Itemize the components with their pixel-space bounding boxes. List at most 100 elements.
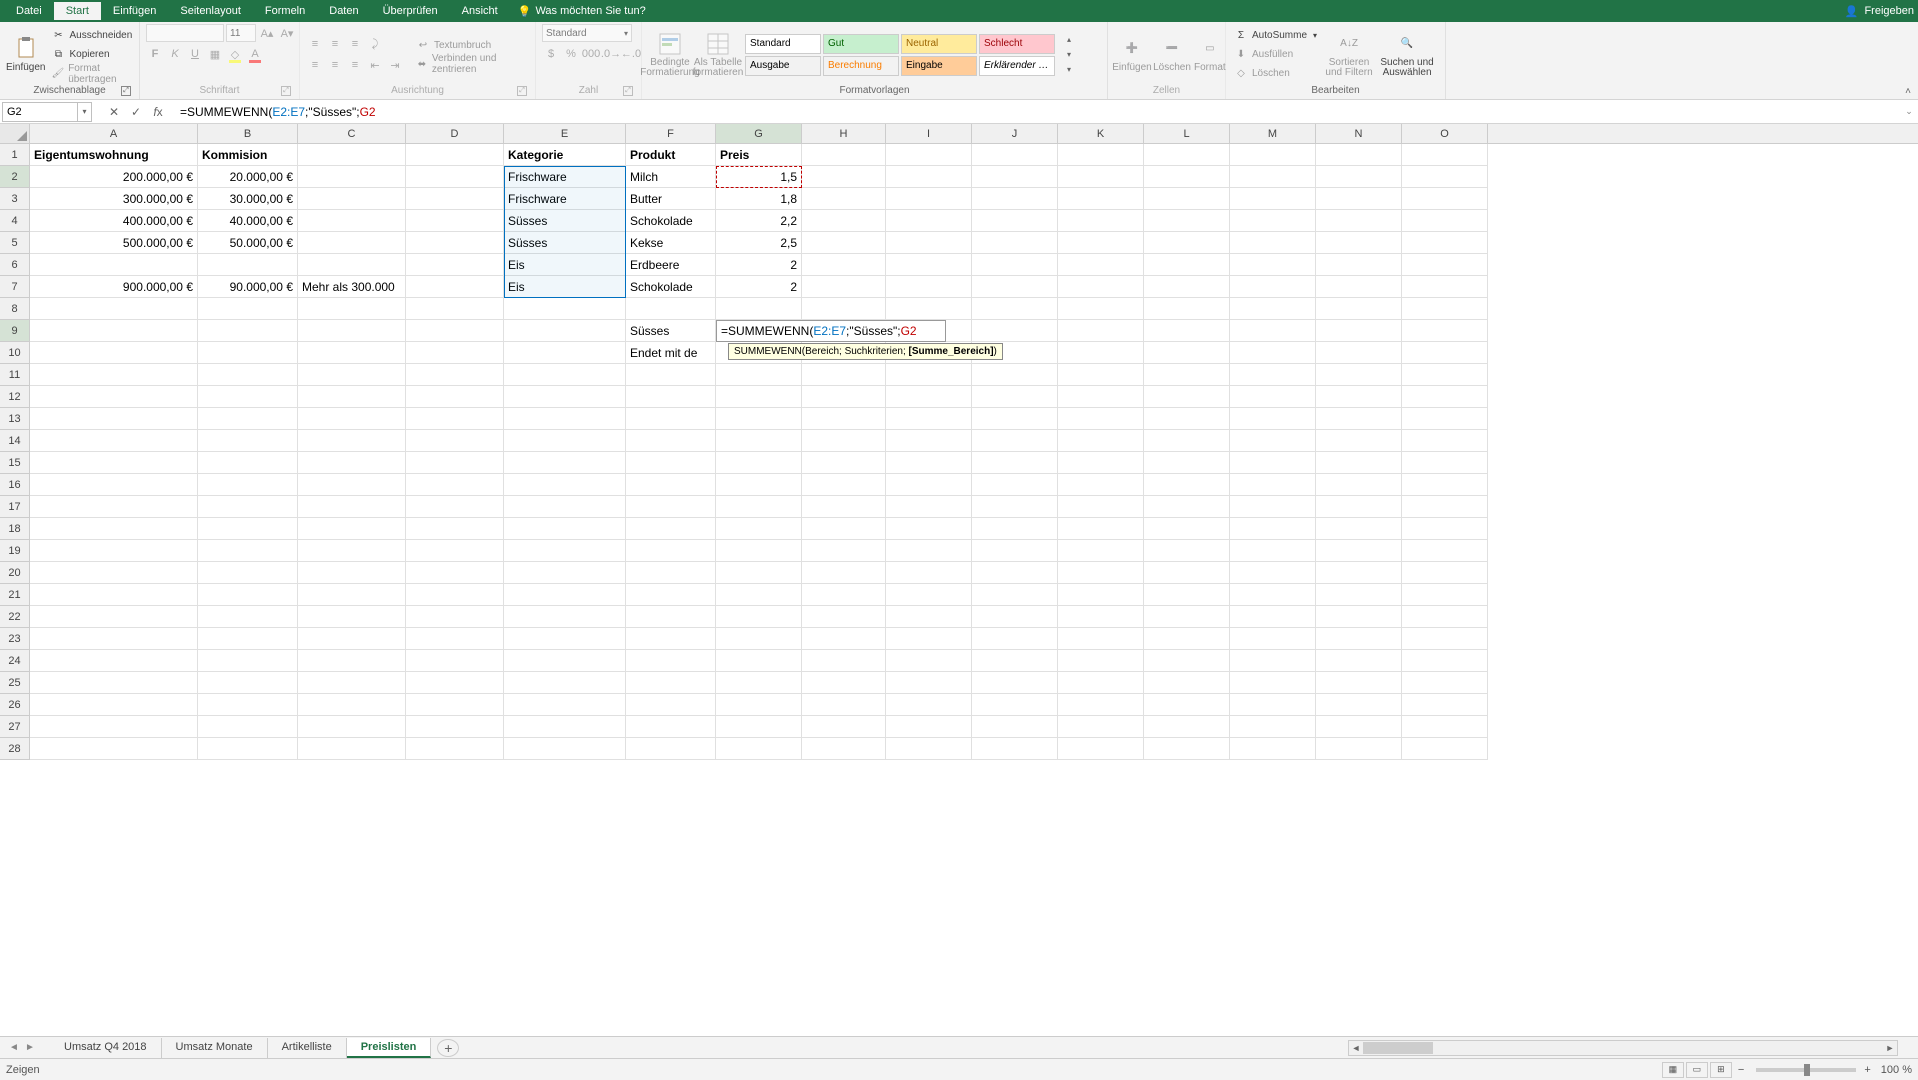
zoom-handle[interactable] <box>1804 1064 1810 1076</box>
cell-M19[interactable] <box>1230 540 1316 562</box>
cell-K11[interactable] <box>1058 364 1144 386</box>
cell-A15[interactable] <box>30 452 198 474</box>
cell-O8[interactable] <box>1402 298 1488 320</box>
cell-L17[interactable] <box>1144 496 1230 518</box>
cell-J12[interactable] <box>972 386 1058 408</box>
cell-D8[interactable] <box>406 298 504 320</box>
row-header-27[interactable]: 27 <box>0 716 30 738</box>
bold-button[interactable]: F <box>146 45 164 63</box>
cell-G19[interactable] <box>716 540 802 562</box>
style-eingabe[interactable]: Eingabe <box>901 56 977 76</box>
row-header-23[interactable]: 23 <box>0 628 30 650</box>
cell-B24[interactable] <box>198 650 298 672</box>
cell-D26[interactable] <box>406 694 504 716</box>
cell-D7[interactable] <box>406 276 504 298</box>
cell-A21[interactable] <box>30 584 198 606</box>
cell-N15[interactable] <box>1316 452 1402 474</box>
font-color-button[interactable]: A <box>246 45 264 63</box>
sort-filter-button[interactable]: A↓ZSortieren und Filtern <box>1323 25 1375 85</box>
cell-M2[interactable] <box>1230 166 1316 188</box>
cell-L5[interactable] <box>1144 232 1230 254</box>
cell-F4[interactable]: Schokolade <box>626 210 716 232</box>
col-header-F[interactable]: F <box>626 124 716 143</box>
percent-button[interactable]: % <box>562 45 580 63</box>
select-all-corner[interactable] <box>0 124 30 143</box>
align-right-button[interactable]: ≡ <box>346 56 364 74</box>
font-name-input[interactable] <box>146 24 224 42</box>
expand-formula-bar[interactable]: ⌄ <box>1900 106 1918 117</box>
cell-H3[interactable] <box>802 188 886 210</box>
cell-K24[interactable] <box>1058 650 1144 672</box>
fill-button[interactable]: ⬇Ausfüllen <box>1232 46 1319 64</box>
cell-B1[interactable]: Kommision <box>198 144 298 166</box>
cell-E12[interactable] <box>504 386 626 408</box>
cell-G20[interactable] <box>716 562 802 584</box>
name-box[interactable]: G2 <box>2 102 78 122</box>
col-header-C[interactable]: C <box>298 124 406 143</box>
cell-O18[interactable] <box>1402 518 1488 540</box>
cell-B3[interactable]: 30.000,00 € <box>198 188 298 210</box>
cell-M11[interactable] <box>1230 364 1316 386</box>
cell-G11[interactable] <box>716 364 802 386</box>
cell-F22[interactable] <box>626 606 716 628</box>
cell-E24[interactable] <box>504 650 626 672</box>
italic-button[interactable]: K <box>166 45 184 63</box>
cell-N28[interactable] <box>1316 738 1402 760</box>
horizontal-scrollbar[interactable]: ◄ ► <box>1348 1040 1898 1056</box>
cell-D17[interactable] <box>406 496 504 518</box>
cell-B8[interactable] <box>198 298 298 320</box>
row-header-17[interactable]: 17 <box>0 496 30 518</box>
cell-D9[interactable] <box>406 320 504 342</box>
cell-N12[interactable] <box>1316 386 1402 408</box>
cell-H16[interactable] <box>802 474 886 496</box>
cell-E15[interactable] <box>504 452 626 474</box>
cell-O12[interactable] <box>1402 386 1488 408</box>
cell-G15[interactable] <box>716 452 802 474</box>
view-normal-button[interactable]: ▦ <box>1662 1062 1684 1078</box>
cell-G12[interactable] <box>716 386 802 408</box>
cell-N7[interactable] <box>1316 276 1402 298</box>
cell-C15[interactable] <box>298 452 406 474</box>
cell-C22[interactable] <box>298 606 406 628</box>
cell-I21[interactable] <box>886 584 972 606</box>
cell-M12[interactable] <box>1230 386 1316 408</box>
cell-I7[interactable] <box>886 276 972 298</box>
cell-B6[interactable] <box>198 254 298 276</box>
tell-me-search[interactable]: 💡 Was möchten Sie tun? <box>518 5 646 18</box>
cell-E8[interactable] <box>504 298 626 320</box>
cell-D6[interactable] <box>406 254 504 276</box>
cell-O10[interactable] <box>1402 342 1488 364</box>
cell-O1[interactable] <box>1402 144 1488 166</box>
cell-I23[interactable] <box>886 628 972 650</box>
cell-M24[interactable] <box>1230 650 1316 672</box>
cell-H25[interactable] <box>802 672 886 694</box>
cell-I6[interactable] <box>886 254 972 276</box>
row-header-7[interactable]: 7 <box>0 276 30 298</box>
sheet-nav-next[interactable]: ► <box>22 1040 38 1056</box>
cell-D25[interactable] <box>406 672 504 694</box>
cell-K1[interactable] <box>1058 144 1144 166</box>
cell-H7[interactable] <box>802 276 886 298</box>
cell-M7[interactable] <box>1230 276 1316 298</box>
cell-M16[interactable] <box>1230 474 1316 496</box>
cell-B20[interactable] <box>198 562 298 584</box>
align-center-button[interactable]: ≡ <box>326 56 344 74</box>
cell-I25[interactable] <box>886 672 972 694</box>
cell-F23[interactable] <box>626 628 716 650</box>
cell-C5[interactable] <box>298 232 406 254</box>
cell-A20[interactable] <box>30 562 198 584</box>
cell-M9[interactable] <box>1230 320 1316 342</box>
cell-G25[interactable] <box>716 672 802 694</box>
cell-O25[interactable] <box>1402 672 1488 694</box>
cell-G24[interactable] <box>716 650 802 672</box>
row-header-28[interactable]: 28 <box>0 738 30 760</box>
cell-O2[interactable] <box>1402 166 1488 188</box>
cell-H14[interactable] <box>802 430 886 452</box>
cell-D10[interactable] <box>406 342 504 364</box>
cell-H26[interactable] <box>802 694 886 716</box>
cell-D28[interactable] <box>406 738 504 760</box>
cell-L20[interactable] <box>1144 562 1230 584</box>
cell-M10[interactable] <box>1230 342 1316 364</box>
cell-N17[interactable] <box>1316 496 1402 518</box>
style-neutral[interactable]: Neutral <box>901 34 977 54</box>
